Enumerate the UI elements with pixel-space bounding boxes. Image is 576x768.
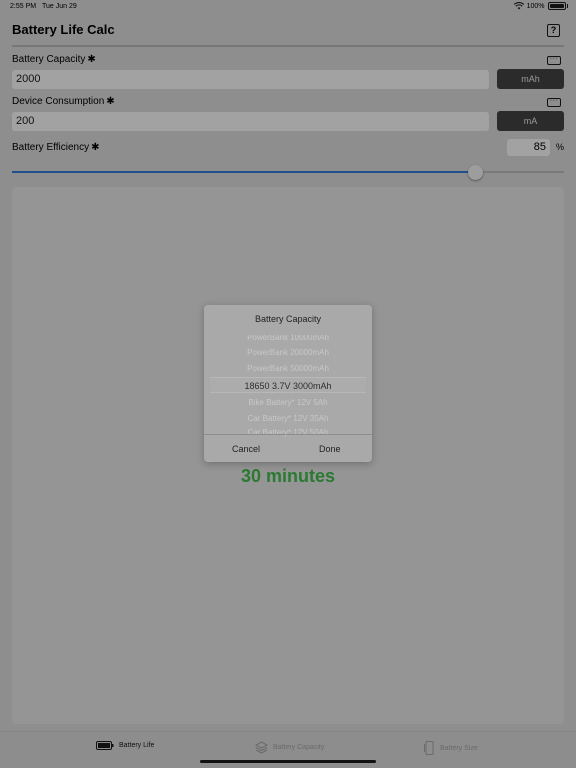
picker-item[interactable]: Car Battery* 12V 35Ah [204, 414, 372, 423]
picker-item-selected[interactable]: 18650 3.7V 3000mAh [204, 381, 372, 391]
picker-item[interactable]: Bike Battery* 12V 5Ah [204, 398, 372, 407]
title-divider [12, 45, 564, 47]
battery-capacity-unit-button[interactable]: mAh [497, 69, 564, 89]
layers-icon [255, 741, 268, 754]
efficiency-slider-fill [12, 171, 476, 173]
required-asterisk: ✱ [87, 54, 96, 65]
phone-size-icon [424, 741, 434, 755]
device-consumption-more-button[interactable]: ··· [547, 97, 561, 107]
status-date: Tue Jun 29 [42, 3, 77, 10]
picker-cancel-button[interactable]: Cancel [232, 444, 260, 454]
help-button[interactable]: ? [547, 24, 560, 37]
required-asterisk: ✱ [106, 96, 115, 107]
picker-item[interactable]: PowerBank 50000mAh [204, 364, 372, 373]
battery-efficiency-label-text: Battery Efficiency [12, 142, 90, 153]
picker-item[interactable]: Car Battery* 12V 50Ah [204, 428, 372, 437]
required-asterisk: ✱ [91, 142, 100, 153]
home-indicator [200, 760, 376, 763]
tab-battery-size[interactable]: Battery Size [424, 741, 478, 755]
picker-item[interactable]: PowerBank 10000mAh [204, 335, 372, 342]
picker-title: Battery Capacity [254, 314, 322, 324]
tab-battery-life[interactable]: Battery Life [96, 741, 154, 750]
battery-capacity-label-text: Battery Capacity [12, 54, 86, 65]
wifi-icon [513, 2, 524, 10]
efficiency-slider-thumb[interactable] [468, 165, 484, 180]
tab-label: Battery Capacity [273, 744, 325, 751]
page-title: Battery Life Calc [12, 22, 115, 37]
battery-capacity-picker: Battery Capacity PowerBank 10000mAh Power… [204, 305, 372, 462]
device-consumption-label: Device Consumption ✱ [12, 96, 115, 107]
battery-efficiency-input[interactable]: 85 [507, 139, 550, 156]
result-duration: 30 minutes [240, 466, 336, 486]
status-bar: 2:55 PM Tue Jun 29 100% [0, 0, 576, 16]
tab-battery-capacity[interactable]: Battery Capacity [255, 741, 324, 754]
status-right: 100% [513, 2, 568, 10]
picker-done-button[interactable]: Done [319, 444, 341, 454]
battery-percent: 100% [526, 2, 545, 10]
tab-label: Battery Size [440, 744, 478, 752]
status-battery-icon [547, 2, 566, 10]
picker-item[interactable]: PowerBank 20000mAh [204, 348, 372, 357]
tab-label: Battery Life [119, 742, 155, 749]
battery-efficiency-label: Battery Efficiency ✱ [12, 142, 99, 153]
battery-efficiency-unit: % [556, 142, 565, 152]
picker-wheel[interactable]: PowerBank 10000mAh PowerBank 20000mAh Powe… [204, 335, 372, 438]
device-consumption-input[interactable]: 200 [12, 112, 489, 131]
status-time: 2:55 PM [10, 3, 37, 10]
device-consumption-unit-button[interactable]: mA [497, 111, 564, 131]
status-battery-nub [566, 4, 568, 8]
picker-divider [204, 434, 372, 435]
battery-capacity-label: Battery Capacity ✱ [12, 54, 96, 65]
battery-icon [96, 741, 114, 750]
battery-capacity-more-button[interactable]: ··· [547, 55, 561, 65]
battery-capacity-input[interactable]: 2000 [12, 70, 489, 89]
device-consumption-label-text: Device Consumption [12, 96, 105, 107]
